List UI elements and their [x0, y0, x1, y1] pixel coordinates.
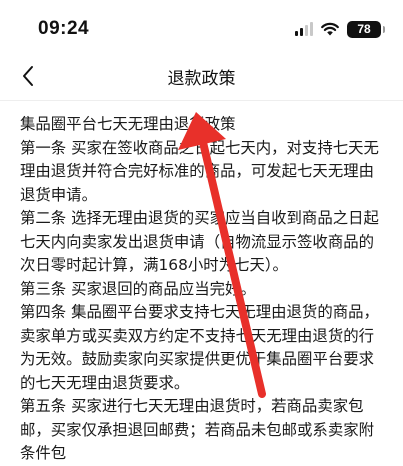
- divider: [0, 100, 403, 101]
- policy-paragraph: 第四条 集品圈平台要求支持七天无理由退货的商品，卖家单方或买卖双方约定不支持七天…: [20, 303, 379, 392]
- status-icons: 78: [295, 20, 385, 38]
- battery-icon: 78: [347, 20, 385, 38]
- wifi-icon: [321, 22, 339, 36]
- status-time: 09:24: [38, 18, 90, 39]
- signal-icon: [295, 22, 313, 36]
- policy-paragraph: 第五条 买家进行七天无理由退货时，若商品卖家包邮，买家仅承担退回邮费；若商品未包…: [20, 397, 374, 462]
- nav-bar: 退款政策: [0, 54, 403, 98]
- policy-paragraph: 第一条 买家在签收商品之日起七天内，对支持七天无理由退货并符合完好标准的商品，可…: [20, 138, 379, 204]
- policy-paragraph: 第三条 买家退回的商品应当完好。: [20, 279, 256, 298]
- policy-content: 集品圈平台七天无理由退货政策 第一条 买家在签收商品之日起七天内，对支持七天无理…: [20, 113, 386, 466]
- status-bar: 09:24 78: [0, 0, 403, 54]
- policy-heading: 集品圈平台七天无理由退货政策: [20, 115, 236, 133]
- page-title: 退款政策: [167, 69, 236, 89]
- policy-paragraph: 第二条 选择无理由退货的买家应当自收到商品之日起七天内向卖家发出退货申请（自物流…: [20, 209, 379, 274]
